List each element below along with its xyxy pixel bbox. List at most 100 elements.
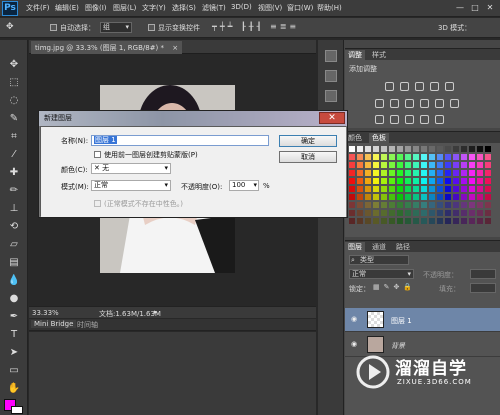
color-swatch[interactable]: [405, 202, 411, 208]
pen-tool-icon[interactable]: ✒: [7, 310, 21, 324]
color-swatch[interactable]: [381, 194, 387, 200]
color-swatch[interactable]: [469, 146, 475, 152]
color-swatch[interactable]: [445, 194, 451, 200]
brightness-icon[interactable]: [385, 82, 394, 91]
background-color-swatch[interactable]: [11, 406, 23, 414]
color-swatch[interactable]: [373, 146, 379, 152]
color-swatch[interactable]: [445, 202, 451, 208]
color-swatch[interactable]: [349, 170, 355, 176]
hue-saturation-icon[interactable]: [375, 99, 384, 108]
color-swatch[interactable]: [469, 170, 475, 176]
color-swatch[interactable]: [373, 154, 379, 160]
tab-paths[interactable]: 路径: [393, 242, 413, 252]
color-swatch[interactable]: [389, 218, 395, 224]
color-swatch[interactable]: [357, 202, 363, 208]
color-swatch[interactable]: [405, 218, 411, 224]
color-swatch[interactable]: [405, 170, 411, 176]
clip-mask-checkbox[interactable]: [94, 151, 101, 158]
color-swatch[interactable]: [389, 162, 395, 168]
color-swatch[interactable]: [477, 178, 483, 184]
color-swatch[interactable]: [485, 210, 491, 216]
color-swatch[interactable]: [405, 178, 411, 184]
color-swatch[interactable]: [413, 146, 419, 152]
color-swatch[interactable]: [429, 146, 435, 152]
document-tab[interactable]: timg.jpg @ 33.3% (图层 1, RGB/8#) * ×: [31, 41, 183, 54]
color-swatch[interactable]: [453, 178, 459, 184]
color-swatch[interactable]: [437, 162, 443, 168]
color-swatch[interactable]: [437, 218, 443, 224]
color-swatch[interactable]: [445, 178, 451, 184]
align-buttons-icon[interactable]: ┯┿┷ ┠╂┨ ≡≣≡: [212, 22, 299, 31]
color-swatch[interactable]: [485, 178, 491, 184]
color-swatch[interactable]: [477, 218, 483, 224]
color-swatch[interactable]: [381, 186, 387, 192]
layer-row-layer1[interactable]: ◉ 图层 1: [345, 308, 500, 332]
history-brush-tool-icon[interactable]: ⟲: [7, 220, 21, 234]
color-swatch[interactable]: [397, 146, 403, 152]
color-dropdown[interactable]: ✕ 无 ▾: [91, 163, 171, 174]
color-swatch[interactable]: [477, 154, 483, 160]
brush-tool-icon[interactable]: ✏: [7, 184, 21, 198]
color-swatch[interactable]: [429, 186, 435, 192]
color-swatch[interactable]: [485, 194, 491, 200]
color-swatch[interactable]: [445, 186, 451, 192]
color-swatch[interactable]: [381, 218, 387, 224]
color-swatch[interactable]: [485, 154, 491, 160]
color-swatch[interactable]: [421, 218, 427, 224]
tab-timeline[interactable]: 时间轴: [77, 320, 98, 330]
gradient-map-icon[interactable]: [435, 115, 444, 124]
color-swatch[interactable]: [429, 154, 435, 160]
color-swatch[interactable]: [421, 194, 427, 200]
color-swatch[interactable]: [429, 210, 435, 216]
fill-field[interactable]: [470, 283, 496, 293]
color-swatch[interactable]: [469, 154, 475, 160]
properties-panel-icon[interactable]: [325, 90, 337, 102]
move-tool-icon[interactable]: ✥: [7, 58, 21, 72]
color-swatch[interactable]: [373, 210, 379, 216]
color-swatch[interactable]: [389, 154, 395, 160]
color-swatch[interactable]: [453, 210, 459, 216]
color-swatch[interactable]: [461, 162, 467, 168]
color-swatch[interactable]: [453, 162, 459, 168]
color-swatch[interactable]: [429, 178, 435, 184]
marquee-tool-icon[interactable]: ⬚: [7, 76, 21, 90]
chevron-right-icon[interactable]: ▸: [154, 308, 158, 316]
path-select-tool-icon[interactable]: ➤: [7, 346, 21, 360]
color-swatch[interactable]: [413, 186, 419, 192]
color-swatch[interactable]: [373, 202, 379, 208]
menu-image[interactable]: 图像(I): [85, 3, 107, 13]
opacity-field[interactable]: [470, 269, 496, 279]
color-swatch[interactable]: [373, 178, 379, 184]
color-swatch[interactable]: [349, 186, 355, 192]
color-swatch[interactable]: [405, 146, 411, 152]
color-swatch[interactable]: [413, 154, 419, 160]
color-swatch[interactable]: [469, 194, 475, 200]
healing-brush-tool-icon[interactable]: ✚: [7, 166, 21, 180]
color-swatch[interactable]: [357, 178, 363, 184]
selective-color-icon[interactable]: [420, 115, 429, 124]
tab-mini-bridge[interactable]: Mini Bridge: [31, 320, 77, 328]
menu-filter[interactable]: 滤镜(T): [202, 3, 226, 13]
hand-tool-icon[interactable]: ✋: [7, 382, 21, 396]
eye-icon[interactable]: ◉: [351, 340, 357, 348]
neutral-color-checkbox[interactable]: [94, 200, 101, 207]
black-white-icon[interactable]: [405, 99, 414, 108]
color-swatch[interactable]: [469, 210, 475, 216]
close-window-button[interactable]: ✕: [485, 3, 495, 13]
layer-name-input[interactable]: 图层 1: [91, 135, 269, 146]
posterize-icon[interactable]: [390, 115, 399, 124]
color-swatch[interactable]: [373, 186, 379, 192]
color-swatch[interactable]: [397, 194, 403, 200]
color-swatch[interactable]: [469, 218, 475, 224]
color-swatch[interactable]: [453, 194, 459, 200]
color-swatch[interactable]: [421, 202, 427, 208]
show-transform-checkbox[interactable]: [148, 24, 155, 31]
color-swatch[interactable]: [445, 218, 451, 224]
color-swatch[interactable]: [437, 178, 443, 184]
levels-icon[interactable]: [400, 82, 409, 91]
menu-3d[interactable]: 3D(D): [231, 3, 252, 11]
threshold-icon[interactable]: [405, 115, 414, 124]
color-swatch[interactable]: [429, 170, 435, 176]
eraser-tool-icon[interactable]: ▱: [7, 238, 21, 252]
color-swatch[interactable]: [405, 194, 411, 200]
